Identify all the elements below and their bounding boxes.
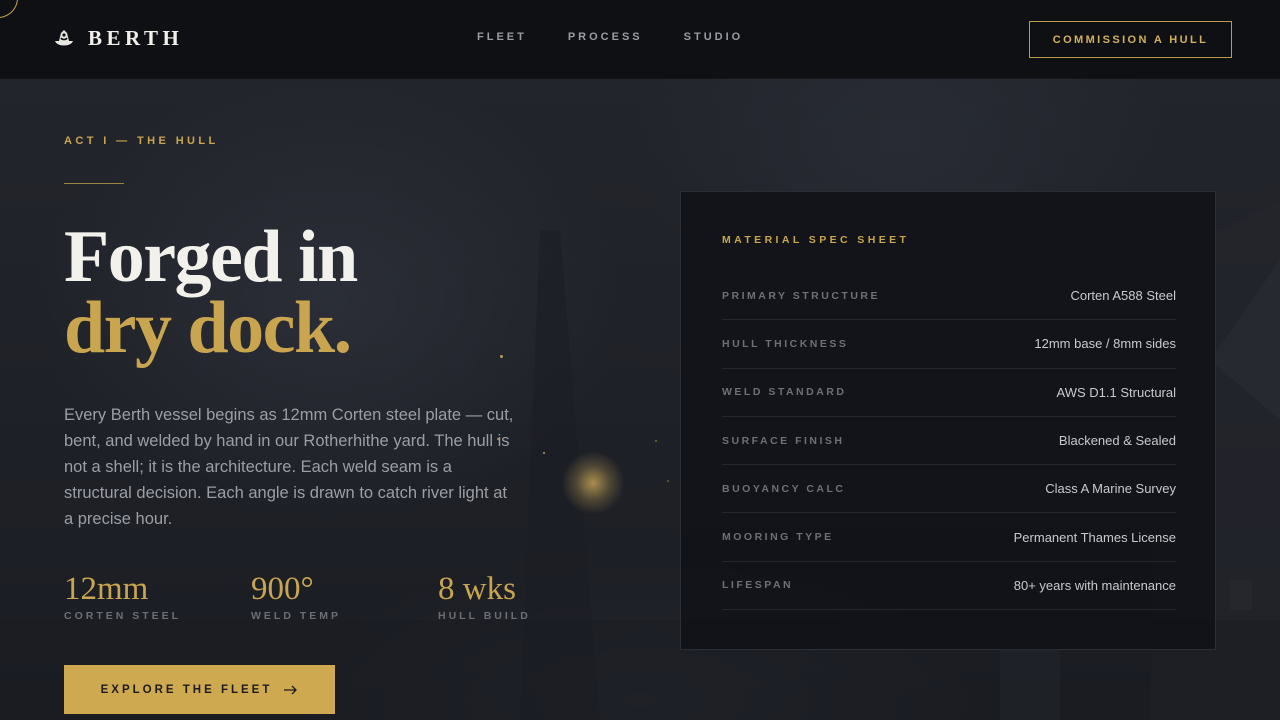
spec-key: SURFACE FINISH (722, 434, 845, 447)
spec-key: PRIMARY STRUCTURE (722, 289, 881, 302)
stat-label: HULL BUILD (438, 610, 531, 622)
hull-logo-icon (55, 29, 73, 45)
spec-value: 12mm base / 8mm sides (1034, 336, 1176, 352)
nav-link-fleet[interactable]: FLEET (477, 31, 527, 43)
spec-value: Blackened & Sealed (1058, 433, 1176, 449)
spec-value: 80+ years with maintenance (1013, 577, 1176, 593)
main-nav: FLEET PROCESS STUDIO (477, 31, 784, 43)
stat-hull-build: 8 wks HULL BUILD (438, 570, 625, 622)
spec-row-mooring-type: MOORING TYPE Permanent Thames License (722, 513, 1176, 562)
top-nav-bar: BERTH FLEET PROCESS STUDIO COMMISSION A … (0, 0, 1280, 79)
spec-list: PRIMARY STRUCTURE Corten A588 Steel HULL… (722, 272, 1176, 611)
hero-headline: Forged in dry dock. (64, 216, 358, 369)
nav-link-studio[interactable]: STUDIO (684, 31, 744, 43)
material-spec-card: MATERIAL SPEC SHEET PRIMARY STRUCTURE Co… (680, 191, 1216, 650)
spec-key: MOORING TYPE (722, 531, 834, 544)
spark (500, 355, 503, 358)
spec-row-surface-finish: SURFACE FINISH Blackened & Sealed (722, 417, 1176, 466)
spec-row-hull-thickness: HULL THICKNESS 12mm base / 8mm sides (722, 320, 1176, 369)
spec-row-buoyancy-calc: BUOYANCY CALC Class A Marine Survey (722, 465, 1176, 514)
stat-value: 900° (251, 571, 314, 607)
stats-row: 12mm CORTEN STEEL 900° WELD TEMP 8 wks H… (64, 570, 625, 622)
nav-link-process[interactable]: PROCESS (568, 31, 643, 43)
spark (543, 452, 545, 454)
stat-weld-temp: 900° WELD TEMP (251, 570, 438, 622)
spec-card-title: MATERIAL SPEC SHEET (722, 234, 910, 246)
explore-fleet-button[interactable]: EXPLORE THE FLEET (64, 665, 335, 714)
spec-row-primary-structure: PRIMARY STRUCTURE Corten A588 Steel (722, 272, 1176, 321)
spec-value: Corten A588 Steel (1070, 288, 1176, 304)
headline-line-2: dry dock. (64, 287, 352, 369)
stat-label: CORTEN STEEL (64, 610, 182, 622)
page: BERTH FLEET PROCESS STUDIO COMMISSION A … (0, 0, 1280, 720)
spec-value: Permanent Thames License (1013, 529, 1176, 545)
section-eyebrow: ACT I — THE HULL (64, 135, 219, 147)
brand-logo[interactable]: BERTH (52, 26, 183, 51)
spec-key: LIFESPAN (722, 579, 794, 592)
stat-label: WELD TEMP (251, 610, 341, 622)
spec-key: WELD STANDARD (722, 386, 847, 399)
spec-key: HULL THICKNESS (722, 337, 849, 350)
hero-description: Every Berth vessel begins as 12mm Corten… (64, 406, 514, 528)
headline-line-1: Forged in (64, 216, 358, 298)
stat-value: 8 wks (438, 571, 516, 607)
spec-row-lifespan: LIFESPAN 80+ years with maintenance (722, 562, 1176, 611)
spark (655, 440, 657, 442)
corner-ring-decoration (0, 0, 18, 18)
spec-row-weld-standard: WELD STANDARD AWS D1.1 Structural (722, 369, 1176, 417)
spec-key: BUOYANCY CALC (722, 482, 846, 495)
spec-value: Class A Marine Survey (1045, 481, 1176, 497)
arrow-right-icon (284, 685, 298, 694)
lamp-glow (562, 452, 624, 514)
stat-value: 12mm (64, 571, 149, 607)
spec-value: AWS D1.1 Structural (1056, 384, 1176, 400)
stat-corten-steel: 12mm CORTEN STEEL (64, 570, 251, 622)
explore-fleet-label: EXPLORE THE FLEET (100, 683, 273, 696)
spark (667, 480, 669, 482)
commission-hull-button[interactable]: COMMISSION A HULL (1029, 21, 1232, 58)
eyebrow-divider (64, 183, 124, 184)
brand-name: BERTH (88, 26, 184, 50)
